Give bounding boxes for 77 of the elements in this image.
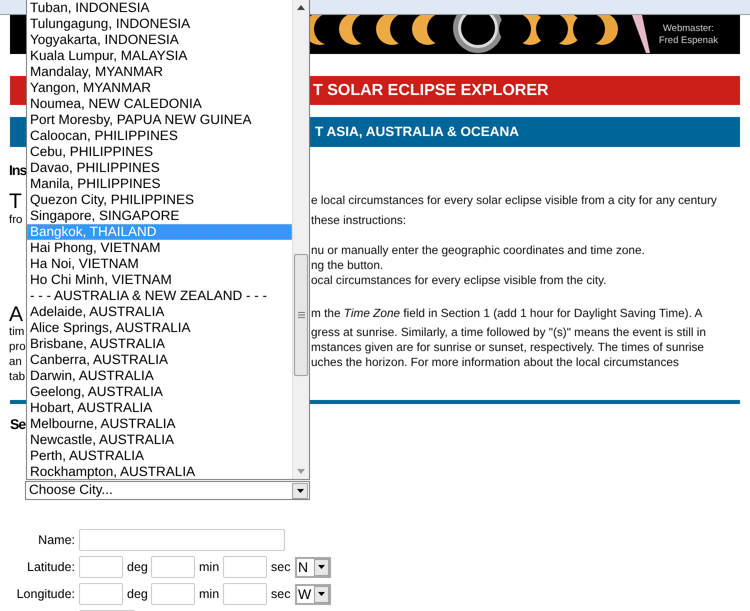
- unit-label: sec: [270, 586, 292, 603]
- input-field[interactable]: [223, 556, 267, 578]
- title-text: T SOLAR ECLIPSE EXPLORER: [313, 80, 549, 100]
- dropdown-option[interactable]: Noumea, NEW CALEDONIA: [27, 96, 292, 112]
- input-field[interactable]: [79, 529, 285, 551]
- input-field[interactable]: [151, 556, 195, 578]
- up-arrow-icon: [297, 5, 305, 10]
- paragraph-text: uches the horizon. For more information about the local circumstances: [311, 354, 679, 371]
- unit-label: deg: [126, 558, 149, 576]
- credit-name: Fred Espenak: [658, 34, 718, 46]
- dropdown-option[interactable]: Kuala Lumpur, MALAYSIA: [27, 48, 292, 64]
- caret-icon: [314, 558, 329, 576]
- unit-label: deg: [126, 586, 149, 603]
- dropdown-option[interactable]: Mandalay, MYANMAR: [27, 64, 292, 80]
- dropdown-option[interactable]: Cebu, PHILIPPINES: [27, 144, 292, 160]
- unit-label: sec: [270, 558, 292, 576]
- paragraph-text: nu or manually enter the geographic coordinates and time zone.: [311, 242, 645, 259]
- field-label: Name:: [38, 532, 75, 549]
- dropdown-option[interactable]: Davao, PHILIPPINES: [27, 160, 292, 176]
- dropdown-option[interactable]: Rockhampton, AUSTRALIA: [27, 464, 292, 480]
- dropdown-option[interactable]: Quezon City, PHILIPPINES: [27, 192, 292, 208]
- dropdown-option[interactable]: Newcastle, AUSTRALIA: [27, 432, 292, 448]
- paragraph-text: ocal circumstances for every eclipse visible from the city.: [311, 272, 606, 289]
- caret-icon: [292, 482, 308, 498]
- dropdown-option[interactable]: Port Moresby, PAPUA NEW GUINEA: [27, 112, 292, 128]
- region-text: T ASIA, AUSTRALIA & OCEANA: [315, 122, 519, 141]
- dropdown-option[interactable]: Tulungagung, INDONESIA: [27, 16, 292, 32]
- paragraph-text: e local circumstances for every solar eclipse visible from a city for any century: [311, 192, 717, 210]
- field-label: Latitude:: [27, 558, 75, 576]
- dropdown-option[interactable]: Melbourne, AUSTRALIA: [27, 416, 292, 432]
- input-field[interactable]: [223, 583, 267, 605]
- unit-label: min: [198, 558, 220, 576]
- hemisphere-select[interactable]: N: [295, 556, 331, 578]
- dropdown-option[interactable]: Brisbane, AUSTRALIA: [27, 336, 292, 352]
- paragraph-text: tim: [9, 326, 24, 338]
- down-arrow-icon: [297, 469, 305, 474]
- dropdown-option[interactable]: Alice Springs, AUSTRALIA: [27, 320, 292, 336]
- paragraph-text: ng the button.: [311, 256, 384, 274]
- unit-label: min: [198, 586, 220, 603]
- paragraph-text: these instructions:: [311, 212, 406, 230]
- dropdown-option[interactable]: Canberra, AUSTRALIA: [27, 352, 292, 368]
- dropdown-option[interactable]: Hobart, AUSTRALIA: [27, 400, 292, 416]
- dropdown-option[interactable]: Hai Phong, VIETNAM: [27, 240, 292, 256]
- dropdown-option[interactable]: Yangon, MYANMAR: [27, 80, 292, 96]
- dropdown-option[interactable]: Ha Noi, VIETNAM: [27, 256, 292, 272]
- dropdown-option[interactable]: - - - AUSTRALIA & NEW ZEALAND - - -: [27, 288, 292, 304]
- dropdown-option[interactable]: Yogyakarta, INDONESIA: [27, 32, 292, 48]
- credit-label: Webmaster:: [662, 22, 714, 34]
- scrollbar[interactable]: [292, 0, 309, 479]
- dropdown-option[interactable]: Ho Chi Minh, VIETNAM: [27, 272, 292, 288]
- paragraph-text: m the Time Zone field in Section 1 (add 1 hour for Daylight Saving Time). A: [311, 305, 702, 322]
- caret-icon: [314, 586, 329, 602]
- section-heading: Se: [10, 415, 26, 433]
- paragraph-text: T: [9, 190, 22, 212]
- hemisphere-select[interactable]: W: [295, 584, 331, 604]
- dropdown-option[interactable]: Manila, PHILIPPINES: [27, 176, 292, 192]
- paragraph-text: an: [9, 356, 22, 368]
- input-field[interactable]: [151, 583, 195, 605]
- dropdown-option[interactable]: Darwin, AUSTRALIA: [27, 368, 292, 384]
- dropdown-option[interactable]: Caloocan, PHILIPPINES: [27, 128, 292, 144]
- dropdown-option[interactable]: Geelong, AUSTRALIA: [27, 384, 292, 400]
- dropdown-option[interactable]: Tuban, INDONESIA: [27, 0, 292, 16]
- input-field[interactable]: [79, 583, 123, 605]
- dropdown-option[interactable]: Perth, AUSTRALIA: [27, 448, 292, 464]
- heading-text: Ins: [9, 162, 26, 176]
- paragraph-text: gress at sunrise. Similarly, a time followed by "(s)" means the event is still in: [311, 324, 706, 341]
- paragraph-text: A: [9, 304, 24, 324]
- paragraph-text: tab: [9, 372, 25, 384]
- paragraph-text: pro: [9, 342, 26, 354]
- city-select[interactable]: Choose City...: [25, 481, 310, 500]
- scrollbar-thumb[interactable]: [294, 254, 308, 376]
- dropdown-option[interactable]: Adelaide, AUSTRALIA: [27, 304, 292, 320]
- paragraph-text: mstances given are for sunrise or sunset, respectively. The times of sunrise: [311, 338, 704, 356]
- field-label: Longitude:: [16, 586, 75, 603]
- paragraph-text: fro: [9, 215, 22, 227]
- dropdown-option[interactable]: Singapore, SINGAPORE: [27, 208, 292, 224]
- input-field[interactable]: [79, 556, 123, 578]
